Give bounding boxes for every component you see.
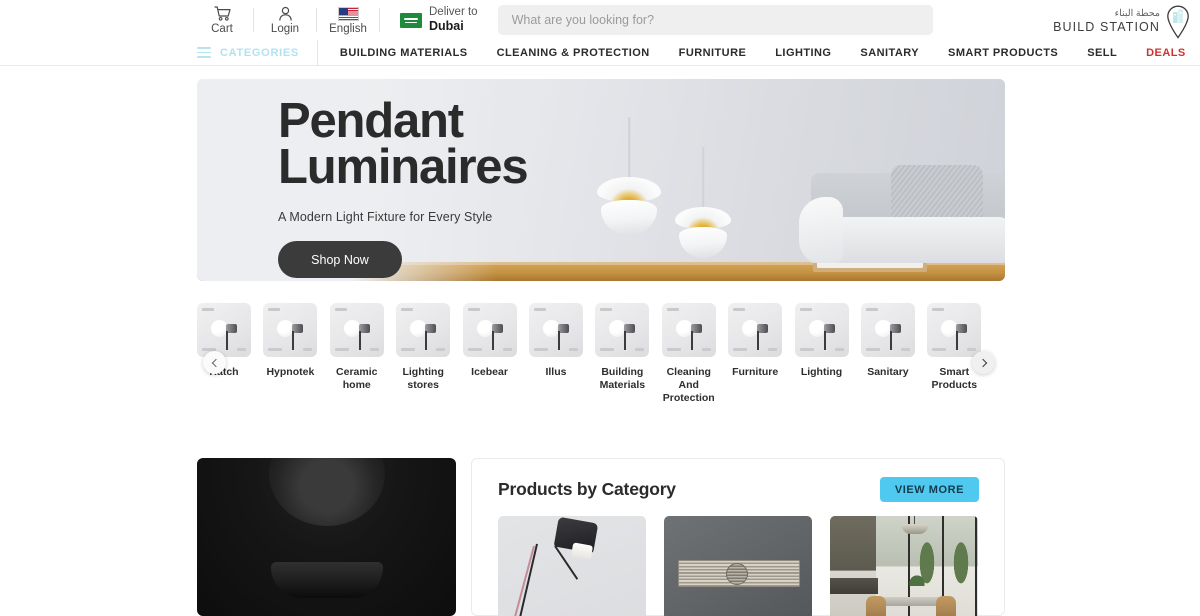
nav-link-lighting[interactable]: LIGHTING: [775, 47, 831, 59]
login-label: Login: [270, 22, 300, 35]
divider: [253, 8, 254, 32]
chevron-left-icon: [211, 358, 220, 367]
view-more-button[interactable]: VIEW MORE: [879, 477, 979, 502]
product-card-floor-lamp[interactable]: [498, 516, 646, 616]
carousel-item-label: Cleaning And Protection: [662, 366, 715, 404]
us-flag-icon: [337, 6, 359, 22]
carousel-item-furniture[interactable]: Furniture: [728, 303, 783, 404]
nav-link-building-materials[interactable]: BUILDING MATERIALS: [340, 47, 468, 59]
carousel-item-building-materials[interactable]: Building Materials: [595, 303, 650, 404]
nav-link-cleaning-protection[interactable]: CLEANING & PROTECTION: [497, 47, 650, 59]
nav-link-furniture[interactable]: FURNITURE: [679, 47, 747, 59]
search-container: [497, 5, 933, 35]
carousel-item-icebear[interactable]: Icebear: [462, 303, 517, 404]
carousel-item-image: [728, 303, 783, 357]
carousel-item-lighting-stores[interactable]: Lighting stores: [396, 303, 451, 404]
shop-now-button[interactable]: Shop Now: [278, 241, 402, 279]
carousel-item-smart-products[interactable]: Smart Products: [927, 303, 982, 404]
carousel-item-image: [794, 303, 849, 357]
carousel-item-label: Icebear: [471, 366, 508, 378]
brand-english-text: BUILD STATION: [1053, 20, 1160, 35]
carousel-item-label: Hypnotek: [266, 366, 315, 378]
carousel-item-cleaning-and-protection[interactable]: Cleaning And Protection: [661, 303, 716, 404]
black-basin-image: [270, 562, 383, 598]
cart-button[interactable]: Cart: [197, 0, 247, 40]
deliver-city-value: Dubai: [429, 19, 464, 34]
user-icon: [278, 6, 293, 22]
saudi-flag-icon: [400, 12, 422, 28]
carousel-item-sanitary[interactable]: Sanitary: [860, 303, 915, 404]
divider: [379, 8, 380, 32]
cart-label: Cart: [211, 22, 233, 35]
carousel-item-label: Lighting stores: [402, 366, 444, 391]
carousel-item-image: [263, 303, 318, 357]
nav-links: BUILDING MATERIALS CLEANING & PROTECTION…: [340, 47, 1186, 59]
nav-link-sanitary[interactable]: SANITARY: [860, 47, 919, 59]
hero-banner[interactable]: Pendant Luminaires A Modern Light Fixtur…: [197, 79, 1005, 281]
sofa-furniture: [799, 159, 1005, 269]
nav-link-sell[interactable]: SELL: [1087, 47, 1117, 59]
categories-label: CATEGORIES: [220, 46, 299, 59]
promo-banner-dark[interactable]: [197, 458, 456, 616]
carousel-track: Hatch Hypnotek Ceramic home Lighting sto…: [197, 303, 1005, 404]
language-selector[interactable]: English: [323, 0, 373, 40]
products-by-category-title: Products by Category: [498, 479, 676, 499]
homepage: Cart Login English Deliver to Dubai What…: [0, 0, 1200, 616]
header-utilities: Cart Login English Deliver to Dubai What…: [197, 0, 933, 40]
nav-link-smart-products[interactable]: SMART PRODUCTS: [948, 47, 1058, 59]
carousel-next-button[interactable]: [972, 351, 995, 374]
carousel-item-label: Lighting: [800, 366, 843, 378]
deliver-to-label: Deliver to: [429, 6, 478, 18]
carousel-item-label: Ceramic home: [336, 366, 378, 391]
products-by-category-panel: Products by Category VIEW MORE: [471, 458, 1005, 616]
hero-title-line-1: Pendant: [278, 94, 464, 148]
carousel-prev-button[interactable]: [203, 351, 226, 374]
product-card-interior-dining[interactable]: [830, 516, 978, 616]
pendant-lamp-right: [675, 147, 731, 260]
carousel-item-image: [462, 303, 517, 357]
hero-title-line-2: Luminaires: [278, 139, 529, 194]
hero-content: Pendant Luminaires A Modern Light Fixtur…: [278, 94, 529, 279]
location-pin-icon: [1164, 4, 1192, 40]
carousel-item-image: [595, 303, 650, 357]
product-card-grid: [472, 502, 1004, 616]
black-basin-top-image: [268, 458, 385, 526]
brand-arabic-text: محطة البناء: [1114, 8, 1160, 20]
pendant-lamp-left: [597, 117, 661, 237]
carousel-item-image: [927, 303, 982, 357]
carousel-item-image: [329, 303, 384, 357]
carousel-item-illus[interactable]: Illus: [528, 303, 583, 404]
main-navigation: CATEGORIES BUILDING MATERIALS CLEANING &…: [0, 39, 1200, 66]
logo[interactable]: محطة البناء BUILD STATION: [1053, 4, 1192, 40]
carousel-item-image: [661, 303, 716, 357]
login-button[interactable]: Login: [260, 0, 310, 40]
nav-link-deals[interactable]: DEALS: [1146, 47, 1186, 59]
carousel-item-label: Furniture: [732, 366, 779, 378]
brand-category-carousel: Hatch Hypnotek Ceramic home Lighting sto…: [197, 303, 1005, 408]
hero-subtitle: A Modern Light Fixture for Every Style: [278, 210, 493, 225]
deliver-to-selector[interactable]: Deliver to Dubai: [400, 5, 478, 35]
categories-menu-button[interactable]: CATEGORIES: [197, 39, 318, 66]
product-card-linear-drain[interactable]: [664, 516, 812, 616]
hamburger-icon: [197, 47, 211, 58]
carousel-item-lighting[interactable]: Lighting: [794, 303, 849, 404]
chevron-right-icon: [978, 358, 987, 367]
carousel-item-image: [396, 303, 451, 357]
search-input[interactable]: [497, 5, 933, 35]
carousel-item-label: Sanitary: [867, 366, 909, 378]
carousel-item-label: Illus: [545, 366, 567, 378]
carousel-item-image: [860, 303, 915, 357]
panel-header: Products by Category VIEW MORE: [472, 459, 1004, 502]
top-header: Cart Login English Deliver to Dubai What…: [0, 0, 1200, 40]
carousel-item-label: Building Materials: [599, 366, 646, 391]
carousel-item-label: Smart Products: [931, 366, 978, 391]
divider: [316, 8, 317, 32]
language-label: English: [329, 22, 367, 35]
cart-icon: [213, 6, 231, 22]
carousel-item-image: [197, 303, 251, 357]
carousel-item-hypnotek[interactable]: Hypnotek: [263, 303, 318, 404]
carousel-item-ceramic-home[interactable]: Ceramic home: [329, 303, 384, 404]
carousel-item-image: [528, 303, 583, 357]
